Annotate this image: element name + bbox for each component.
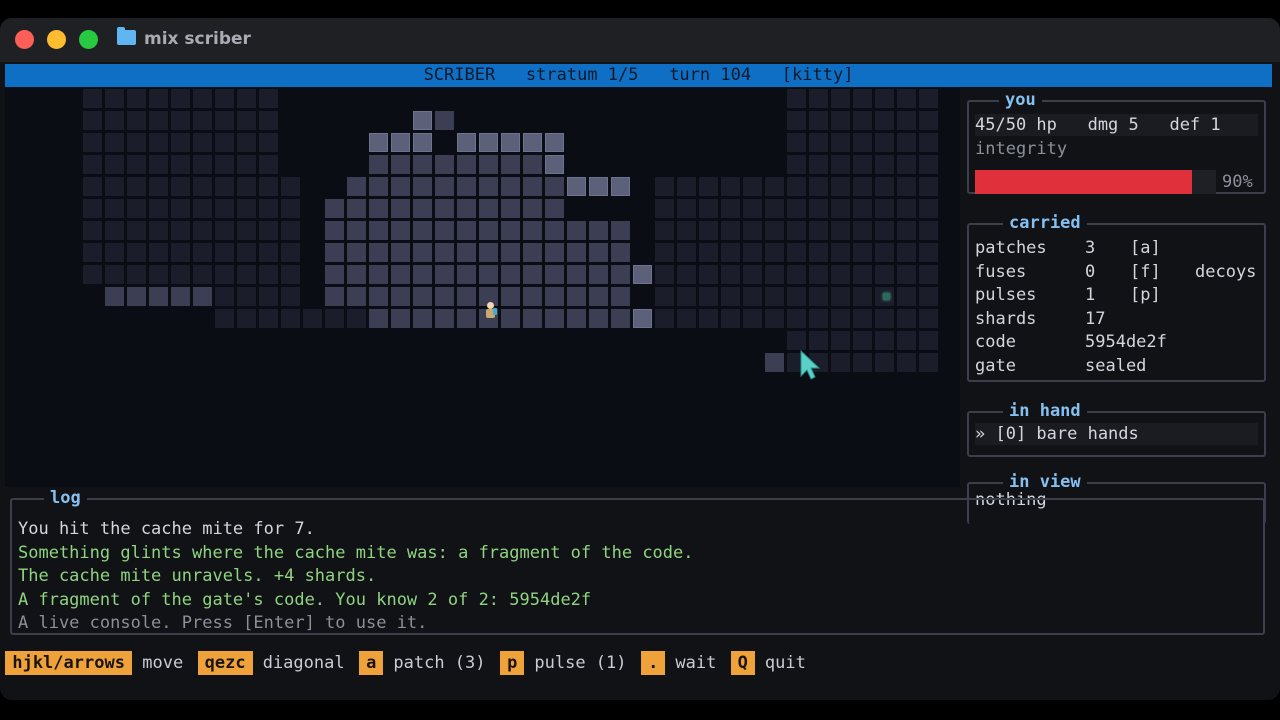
console-marker <box>883 293 890 300</box>
control-label: quit <box>764 653 806 673</box>
carried-name: pulses <box>975 285 1037 305</box>
control-label: patch (3) <box>393 653 486 673</box>
log-panel-title: log <box>44 488 87 508</box>
carried-panel: carried patches 3 [a] fuses 0 [f] decoys pulses… <box>967 213 1266 382</box>
control-label: pulse (1) <box>534 653 627 673</box>
log-line: You hit the cache mite for 7. <box>18 519 315 539</box>
carried-panel-title: carried <box>1003 213 1087 233</box>
minimize-button[interactable] <box>47 30 66 49</box>
control-key[interactable]: hjkl/arrows <box>5 651 133 675</box>
log-line: Something glints where the cache mite wa… <box>18 542 694 563</box>
control-key[interactable]: qezc <box>197 651 253 675</box>
carried-name: shards <box>975 308 1037 329</box>
carried-value: 1 <box>1085 285 1096 305</box>
control-label: diagonal <box>262 653 345 673</box>
integrity-bar <box>975 170 1192 194</box>
game-status-bar: SCRIBER stratum 1/5 turn 104 [kitty] <box>5 64 1272 87</box>
player-stats: 45/50 hp dmg 5 def 1 <box>975 114 1258 136</box>
player-sprite <box>484 302 497 320</box>
control-key[interactable]: p <box>500 651 525 675</box>
integrity-percent: 90% <box>1222 172 1253 192</box>
carried-extra: decoys <box>1195 261 1257 282</box>
window-title: mix scriber <box>144 29 251 49</box>
carried-name: patches <box>975 238 1047 258</box>
carried-value: 17 <box>1085 308 1106 329</box>
carried-name: code <box>975 332 1016 352</box>
control-key[interactable]: a <box>359 651 384 675</box>
control-label: wait <box>675 653 717 673</box>
control-key[interactable]: . <box>641 651 666 675</box>
carried-key: [f] <box>1130 261 1161 282</box>
you-panel-title: you <box>999 90 1042 110</box>
terminal-window: mix scriber SCRIBER stratum 1/5 turn 104… <box>0 18 1280 700</box>
in-hand-panel-title: in hand <box>1003 401 1087 421</box>
log-line: The cache mite unravels. +4 shards. <box>18 566 377 586</box>
integrity-label: integrity <box>975 139 1068 159</box>
you-panel: you 45/50 hp dmg 5 def 1 integrity 90% <box>967 90 1266 194</box>
control-label: move <box>142 653 184 673</box>
control-key[interactable]: Q <box>730 651 755 675</box>
folder-icon <box>117 27 136 45</box>
in-hand-panel: in hand » [0] bare hands <box>967 401 1266 457</box>
title-bar: mix scriber <box>0 18 1280 62</box>
dungeon-map[interactable] <box>5 88 960 487</box>
log-line: A live console. Press [Enter] to use it. <box>18 613 428 633</box>
close-button[interactable] <box>15 30 34 49</box>
carried-key: [p] <box>1130 285 1161 305</box>
carried-value: sealed <box>1085 355 1147 376</box>
log-line: A fragment of the gate's code. You know … <box>18 589 592 610</box>
carried-value: 5954de2f <box>1085 332 1167 352</box>
integrity-bar-track <box>1192 170 1216 194</box>
carried-key: [a] <box>1130 238 1161 258</box>
carried-name: gate <box>975 355 1016 376</box>
carried-value: 0 <box>1085 261 1096 282</box>
log-panel: log You hit the cache mite for 7. Somethi… <box>10 488 1265 635</box>
carried-value: 3 <box>1085 238 1096 258</box>
held-item[interactable]: » [0] bare hands <box>975 423 1258 445</box>
carried-name: fuses <box>975 261 1027 282</box>
zoom-button[interactable] <box>79 30 98 49</box>
